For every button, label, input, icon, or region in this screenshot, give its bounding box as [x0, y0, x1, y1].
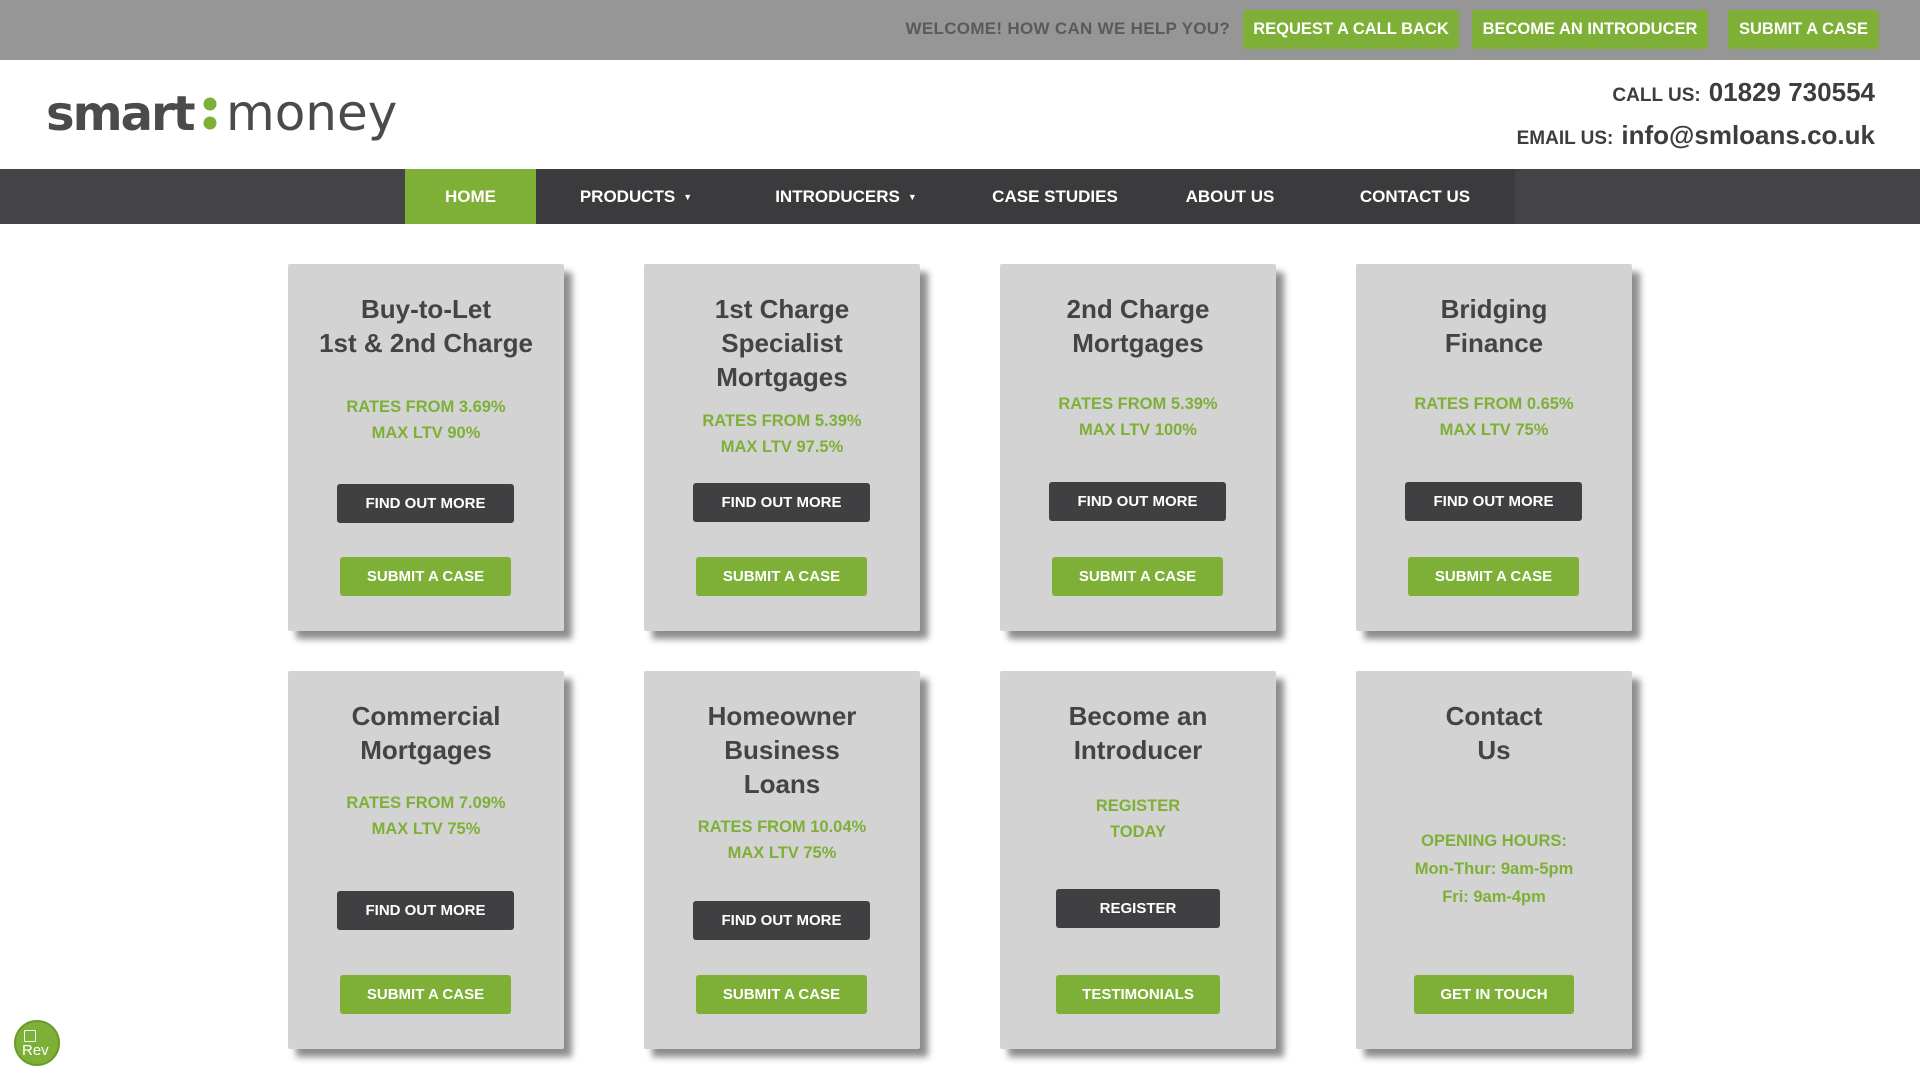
register-button[interactable]: REGISTER [1056, 889, 1220, 928]
card-title: Contact Us [1445, 701, 1543, 765]
submit-case-top-button[interactable]: SUBMIT A CASE [1728, 10, 1879, 49]
card-contact-us: Contact Us OPENING HOURS: Mon-Thur: 9am-5p… [1356, 671, 1632, 1049]
card-title: Commercial Mortgages [351, 701, 501, 765]
logo-word-money: money [226, 84, 396, 142]
nav-products-label: PRODUCTS [579, 187, 676, 206]
card-rates: RATES FROM 7.09% MAX LTV 75% [346, 794, 506, 838]
submit-case-button[interactable]: SUBMIT A CASE [340, 975, 511, 1014]
find-out-more-button[interactable]: FIND OUT MORE [1405, 482, 1582, 521]
card-1st-charge: 1st Charge Specialist Mortgages RATES FROM… [644, 264, 920, 631]
find-out-more-button[interactable]: FIND OUT MORE [693, 901, 870, 940]
card-title: Buy-to-Let 1st & 2nd Charge [319, 294, 533, 358]
card-opening-hours: OPENING HOURS: Mon-Thur: 9am-5pm Fri: 9am-… [1414, 832, 1574, 906]
review-badge[interactable]: Rev [14, 1020, 60, 1066]
card-rates: RATES FROM 5.39% MAX LTV 97.5% [702, 412, 862, 456]
top-bar: WELCOME! HOW CAN WE HELP YOU? REQUEST A … [0, 0, 1920, 60]
card-title: Bridging Finance [1440, 294, 1548, 358]
nav-home[interactable]: HOME [405, 169, 536, 224]
main-nav: HOME PRODUCTS ▼ INTRODUCERS ▼ CASE STUDIES… [0, 169, 1920, 224]
card-rates: RATES FROM 0.65% MAX LTV 75% [1414, 395, 1574, 439]
card-title: 1st Charge Specialist Mortgages [714, 294, 850, 392]
nav-about-us-label: ABOUT US [1185, 187, 1275, 206]
email-us-label: EMAIL US: [1516, 128, 1614, 149]
find-out-more-button[interactable]: FIND OUT MORE [337, 484, 514, 523]
testimonials-button[interactable]: TESTIMONIALS [1056, 975, 1220, 1014]
nav-introducers-label: INTRODUCERS [775, 187, 900, 206]
logo-dot-top [203, 97, 217, 111]
card-register-text: REGISTER TODAY [1095, 797, 1181, 841]
request-call-back-button[interactable]: REQUEST A CALL BACK [1243, 10, 1459, 49]
logo-dot-bottom [203, 116, 217, 130]
card-bridging: Bridging Finance RATES FROM 0.65% MAX LTV … [1356, 264, 1632, 631]
card-commercial: Commercial Mortgages RATES FROM 7.09% MAX … [288, 671, 564, 1049]
card-title: 2nd Charge Mortgages [1066, 294, 1210, 358]
chevron-down-icon: ▼ [683, 192, 693, 203]
call-us-line: CALL US: 01829 730554 [1612, 77, 1875, 108]
phone-number[interactable]: 01829 730554 [1709, 77, 1875, 107]
nav-contact-us[interactable]: CONTACT US [1325, 169, 1505, 224]
find-out-more-button[interactable]: FIND OUT MORE [337, 891, 514, 930]
nav-menu: HOME PRODUCTS ▼ INTRODUCERS ▼ CASE STUDIES… [405, 169, 1515, 224]
card-become-introducer: Become an Introducer REGISTER TODAY REGIST… [1000, 671, 1276, 1049]
nav-home-label: HOME [445, 187, 496, 206]
nav-case-studies-label: CASE STUDIES [992, 187, 1118, 206]
nav-case-studies[interactable]: CASE STUDIES [965, 169, 1145, 224]
card-homeowner-business: Homeowner Business Loans RATES FROM 10.04%… [644, 671, 920, 1049]
review-badge-alt: Rev [22, 1042, 49, 1059]
card-2nd-charge: 2nd Charge Mortgages RATES FROM 5.39% MAX … [1000, 264, 1276, 631]
chevron-down-icon: ▼ [907, 192, 917, 203]
submit-case-button[interactable]: SUBMIT A CASE [1408, 557, 1579, 596]
nav-about-us[interactable]: ABOUT US [1155, 169, 1305, 224]
find-out-more-button[interactable]: FIND OUT MORE [1049, 482, 1226, 521]
card-title: Become an Introducer [1068, 701, 1208, 765]
call-us-label: CALL US: [1612, 85, 1701, 106]
email-address[interactable]: info@smloans.co.uk [1621, 120, 1875, 150]
card-title: Homeowner Business Loans [707, 701, 857, 799]
nav-introducers[interactable]: INTRODUCERS ▼ [736, 169, 956, 224]
welcome-text: WELCOME! HOW CAN WE HELP YOU? [905, 19, 1230, 38]
nav-products[interactable]: PRODUCTS ▼ [536, 169, 736, 224]
card-buy-to-let: Buy-to-Let 1st & 2nd Charge RATES FROM 3.… [288, 264, 564, 631]
submit-case-button[interactable]: SUBMIT A CASE [340, 557, 511, 596]
smart-money-logo[interactable]: smart money [46, 80, 396, 150]
logo-word-smart: smart [46, 86, 195, 142]
submit-case-button[interactable]: SUBMIT A CASE [696, 975, 867, 1014]
card-rates: RATES FROM 3.69% MAX LTV 90% [346, 398, 506, 442]
find-out-more-button[interactable]: FIND OUT MORE [693, 483, 870, 522]
email-us-line: EMAIL US: info@smloans.co.uk [1517, 120, 1875, 151]
card-rates: RATES FROM 10.04% MAX LTV 75% [697, 818, 867, 862]
broken-image-icon [24, 1030, 36, 1042]
nav-contact-us-label: CONTACT US [1359, 187, 1471, 206]
card-rates: RATES FROM 5.39% MAX LTV 100% [1058, 395, 1218, 439]
submit-case-button[interactable]: SUBMIT A CASE [1052, 557, 1223, 596]
become-introducer-button[interactable]: BECOME AN INTRODUCER [1472, 10, 1708, 49]
submit-case-button[interactable]: SUBMIT A CASE [696, 557, 867, 596]
get-in-touch-button[interactable]: GET IN TOUCH [1414, 975, 1574, 1014]
